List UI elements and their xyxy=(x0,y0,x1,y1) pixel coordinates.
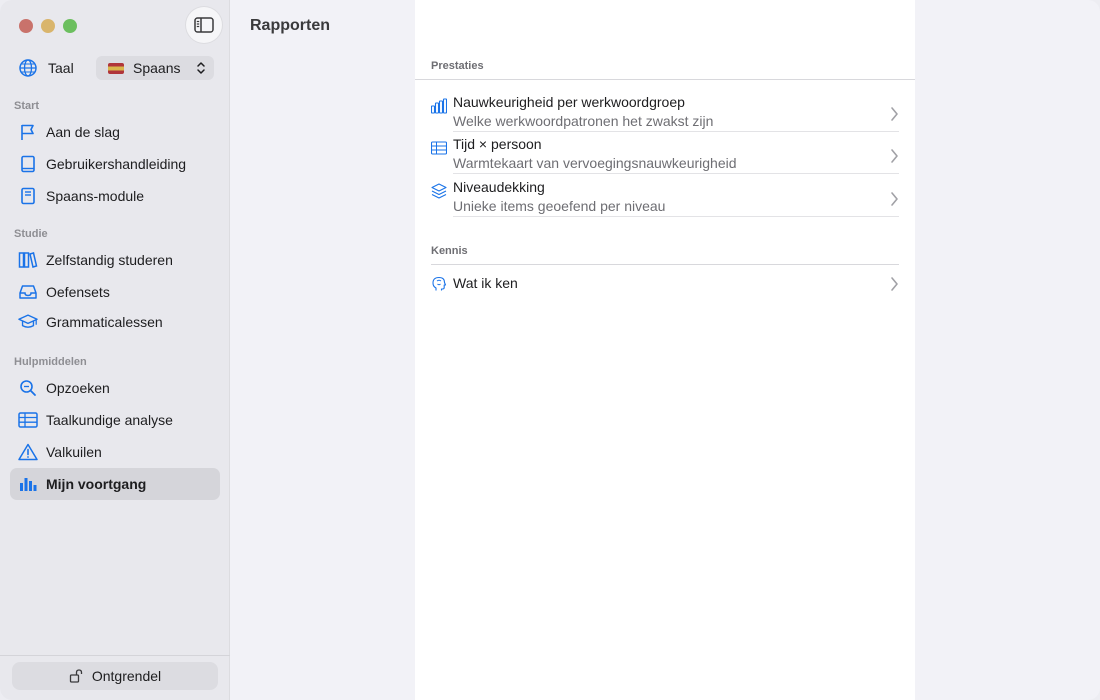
book-icon xyxy=(21,155,35,173)
sidebar-item-grammaticalessen[interactable]: Grammaticalessen xyxy=(10,306,220,338)
sidebar-item-label: Aan de slag xyxy=(46,124,120,140)
sidebar-item-label: Oefensets xyxy=(46,284,110,300)
sidebar-item-taalkundige-analyse[interactable]: Taalkundige analyse xyxy=(10,404,220,436)
warning-icon xyxy=(18,443,38,461)
language-select-value: Spaans xyxy=(133,60,181,76)
report-row-niveaudekking[interactable]: Niveaudekking Unieke items geoefend per … xyxy=(431,179,899,215)
section-label-hulpmiddelen: Hulpmiddelen xyxy=(14,356,87,368)
sidebar-item-mijn-voortgang[interactable]: Mijn voortgang xyxy=(10,468,220,500)
sidebar: Taal Spaans Start Aan de slag Gebruikers… xyxy=(0,0,230,700)
unlock-label: Ontgrendel xyxy=(91,668,162,684)
report-title: Tijd × persoon xyxy=(453,136,542,152)
reports-list: Prestaties Nauwkeurigheid per werkwoordg… xyxy=(415,0,915,700)
sidebar-item-label: Taalkundige analyse xyxy=(46,412,173,428)
language-label: Taal xyxy=(48,60,74,76)
section-label-studie: Studie xyxy=(14,228,48,240)
group-label-prestaties: Prestaties xyxy=(431,60,484,72)
report-row-nauwkeurigheid[interactable]: Nauwkeurigheid per werkwoordgroep Welke … xyxy=(431,94,899,130)
up-down-chevron-icon xyxy=(197,62,205,74)
magnifier-icon xyxy=(20,380,36,396)
unlock-button[interactable]: Ontgrendel xyxy=(12,662,218,690)
sidebar-toggle-button[interactable] xyxy=(186,7,222,43)
sidebar-item-label: Gebruikershandleiding xyxy=(46,156,187,172)
table-icon xyxy=(431,141,447,155)
sidebar-item-label: Grammaticalessen xyxy=(46,314,163,330)
brain-icon xyxy=(432,276,447,291)
sidebar-item-zelfstandig-studeren[interactable]: Zelfstandig studeren xyxy=(10,244,220,276)
close-window-button[interactable] xyxy=(19,19,33,33)
report-title: Niveaudekking xyxy=(453,179,545,195)
sidebar-item-label: Opzoeken xyxy=(46,380,110,396)
chevron-right-icon xyxy=(891,107,898,121)
report-row-wat-ik-ken[interactable]: Wat ik ken xyxy=(431,275,899,295)
bar-chart-icon xyxy=(20,478,37,491)
globe-icon xyxy=(19,59,37,77)
books-icon xyxy=(18,252,38,268)
bar-chart-icon xyxy=(431,98,447,114)
unlock-icon xyxy=(69,669,83,683)
report-subtitle: Welke werkwoordpatronen het zwakst zijn xyxy=(453,113,714,129)
sidebar-item-gebruikershandleiding[interactable]: Gebruikershandleiding xyxy=(10,148,220,180)
sidebar-item-label: Zelfstandig studeren xyxy=(46,252,173,268)
sidebar-item-label: Spaans-module xyxy=(46,188,145,204)
sidebar-item-opzoeken[interactable]: Opzoeken xyxy=(10,372,220,404)
layers-icon xyxy=(431,183,447,199)
window-controls xyxy=(19,19,77,33)
app-window: Taal Spaans Start Aan de slag Gebruikers… xyxy=(0,0,1100,700)
report-subtitle: Warmtekaart van vervoegingsnauwkeurighei… xyxy=(453,155,737,171)
group-divider xyxy=(431,264,899,265)
report-title: Nauwkeurigheid per werkwoordgroep xyxy=(453,94,685,110)
sidebar-item-valkuilen[interactable]: Valkuilen xyxy=(10,436,220,468)
sidebar-icon xyxy=(194,17,214,33)
table-icon xyxy=(18,412,38,428)
report-title: Wat ik ken xyxy=(453,275,518,291)
language-row: Taal Spaans xyxy=(14,56,214,80)
page-title: Rapporten xyxy=(250,17,330,34)
row-divider xyxy=(453,131,899,132)
chevron-right-icon xyxy=(891,277,898,291)
flag-icon xyxy=(21,124,34,140)
row-divider xyxy=(453,173,899,174)
report-subtitle: Unieke items geoefend per niveau xyxy=(453,198,666,214)
tray-icon xyxy=(19,285,37,299)
sidebar-item-label: Valkuilen xyxy=(46,444,102,460)
zoom-window-button[interactable] xyxy=(63,19,77,33)
book-closed-icon xyxy=(21,187,35,205)
spain-flag-icon xyxy=(108,62,124,74)
sidebar-item-oefensets[interactable]: Oefensets xyxy=(10,276,220,308)
chevron-right-icon xyxy=(891,192,898,206)
group-label-kennis: Kennis xyxy=(431,245,468,257)
sidebar-divider xyxy=(0,655,230,656)
graduation-cap-icon xyxy=(18,314,38,328)
sidebar-item-spaans-module[interactable]: Spaans-module xyxy=(10,180,220,212)
minimize-window-button[interactable] xyxy=(41,19,55,33)
sidebar-item-label: Mijn voortgang xyxy=(46,476,147,492)
report-row-tijd-persoon[interactable]: Tijd × persoon Warmtekaart van vervoegin… xyxy=(431,136,899,172)
row-divider xyxy=(453,216,899,217)
language-select[interactable]: Spaans xyxy=(96,56,214,80)
section-label-start: Start xyxy=(14,100,40,112)
sidebar-item-aan-de-slag[interactable]: Aan de slag xyxy=(10,116,220,148)
group-divider xyxy=(415,79,915,80)
chevron-right-icon xyxy=(891,149,898,163)
